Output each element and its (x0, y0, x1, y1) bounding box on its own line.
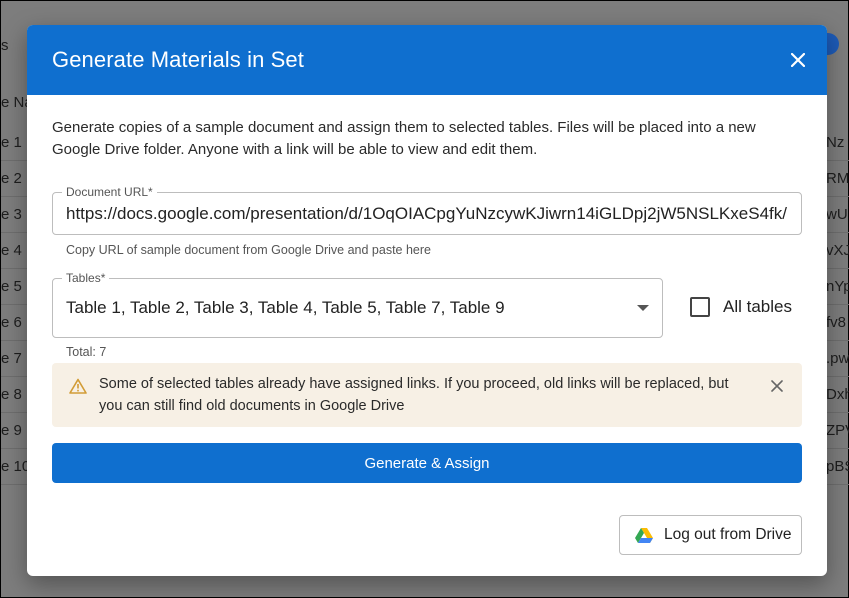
bg-row-name: e 1 (1, 134, 22, 151)
bg-row-name: e 5 (1, 278, 22, 295)
logout-drive-label: Log out from Drive (664, 526, 792, 543)
tables-selected-value: Table 1, Table 2, Table 3, Table 4, Tabl… (66, 298, 505, 317)
bg-row-link: wU (826, 206, 848, 223)
bg-row-name: e 9 (1, 422, 22, 439)
warning-alert-text: Some of selected tables already have ass… (99, 376, 729, 414)
alert-close-icon[interactable] (770, 379, 784, 393)
document-url-field[interactable]: Document URL* (52, 185, 802, 235)
bg-row-link: ZPV (826, 422, 849, 439)
document-url-input[interactable] (66, 204, 791, 224)
warning-icon (69, 378, 87, 394)
bg-row-link: .pw (826, 350, 849, 367)
bg-row-name: e 10 (1, 458, 31, 475)
logout-drive-button[interactable]: Log out from Drive (619, 515, 802, 555)
bg-row-name: e 8 (1, 386, 22, 403)
bg-row-link: vXJ (826, 242, 849, 259)
bg-row-name: e 6 (1, 314, 22, 331)
generate-materials-dialog: Generate Materials in Set Generate copie… (27, 25, 827, 576)
generate-assign-button[interactable]: Generate & Assign (52, 443, 802, 483)
bg-row-link: Nz (826, 134, 845, 151)
tables-total: Total: 7 (66, 345, 107, 359)
all-tables-checkbox[interactable] (690, 297, 710, 317)
warning-alert: Some of selected tables already have ass… (52, 363, 802, 427)
google-drive-icon (635, 528, 653, 543)
bg-row-link: pBS (826, 458, 849, 475)
dialog-title: Generate Materials in Set (52, 47, 304, 72)
document-url-label: Document URL* (62, 185, 157, 199)
close-button[interactable] (787, 49, 809, 71)
bg-row-link: nYp (826, 278, 849, 295)
bg-edge-glyph: s (1, 37, 9, 54)
bg-row-name: e 2 (1, 170, 22, 187)
bg-row-link: RM (826, 170, 849, 187)
all-tables-label[interactable]: All tables (723, 297, 792, 317)
bg-avatar (825, 33, 839, 55)
bg-row-name: e 3 (1, 206, 22, 223)
dialog-intro: Generate copies of a sample document and… (52, 119, 756, 158)
dialog-header: Generate Materials in Set (27, 25, 827, 95)
document-url-helper: Copy URL of sample document from Google … (66, 243, 431, 257)
bg-row-name: e 7 (1, 350, 22, 367)
bg-row-link: fv8 (826, 314, 847, 331)
tables-label: Tables* (62, 271, 110, 285)
bg-row-link: Dxh (826, 386, 849, 403)
tables-select[interactable]: Tables* Table 1, Table 2, Table 3, Table… (52, 271, 663, 338)
chevron-down-icon (637, 305, 649, 311)
bg-row-name: e 4 (1, 242, 22, 259)
close-icon (791, 53, 805, 67)
